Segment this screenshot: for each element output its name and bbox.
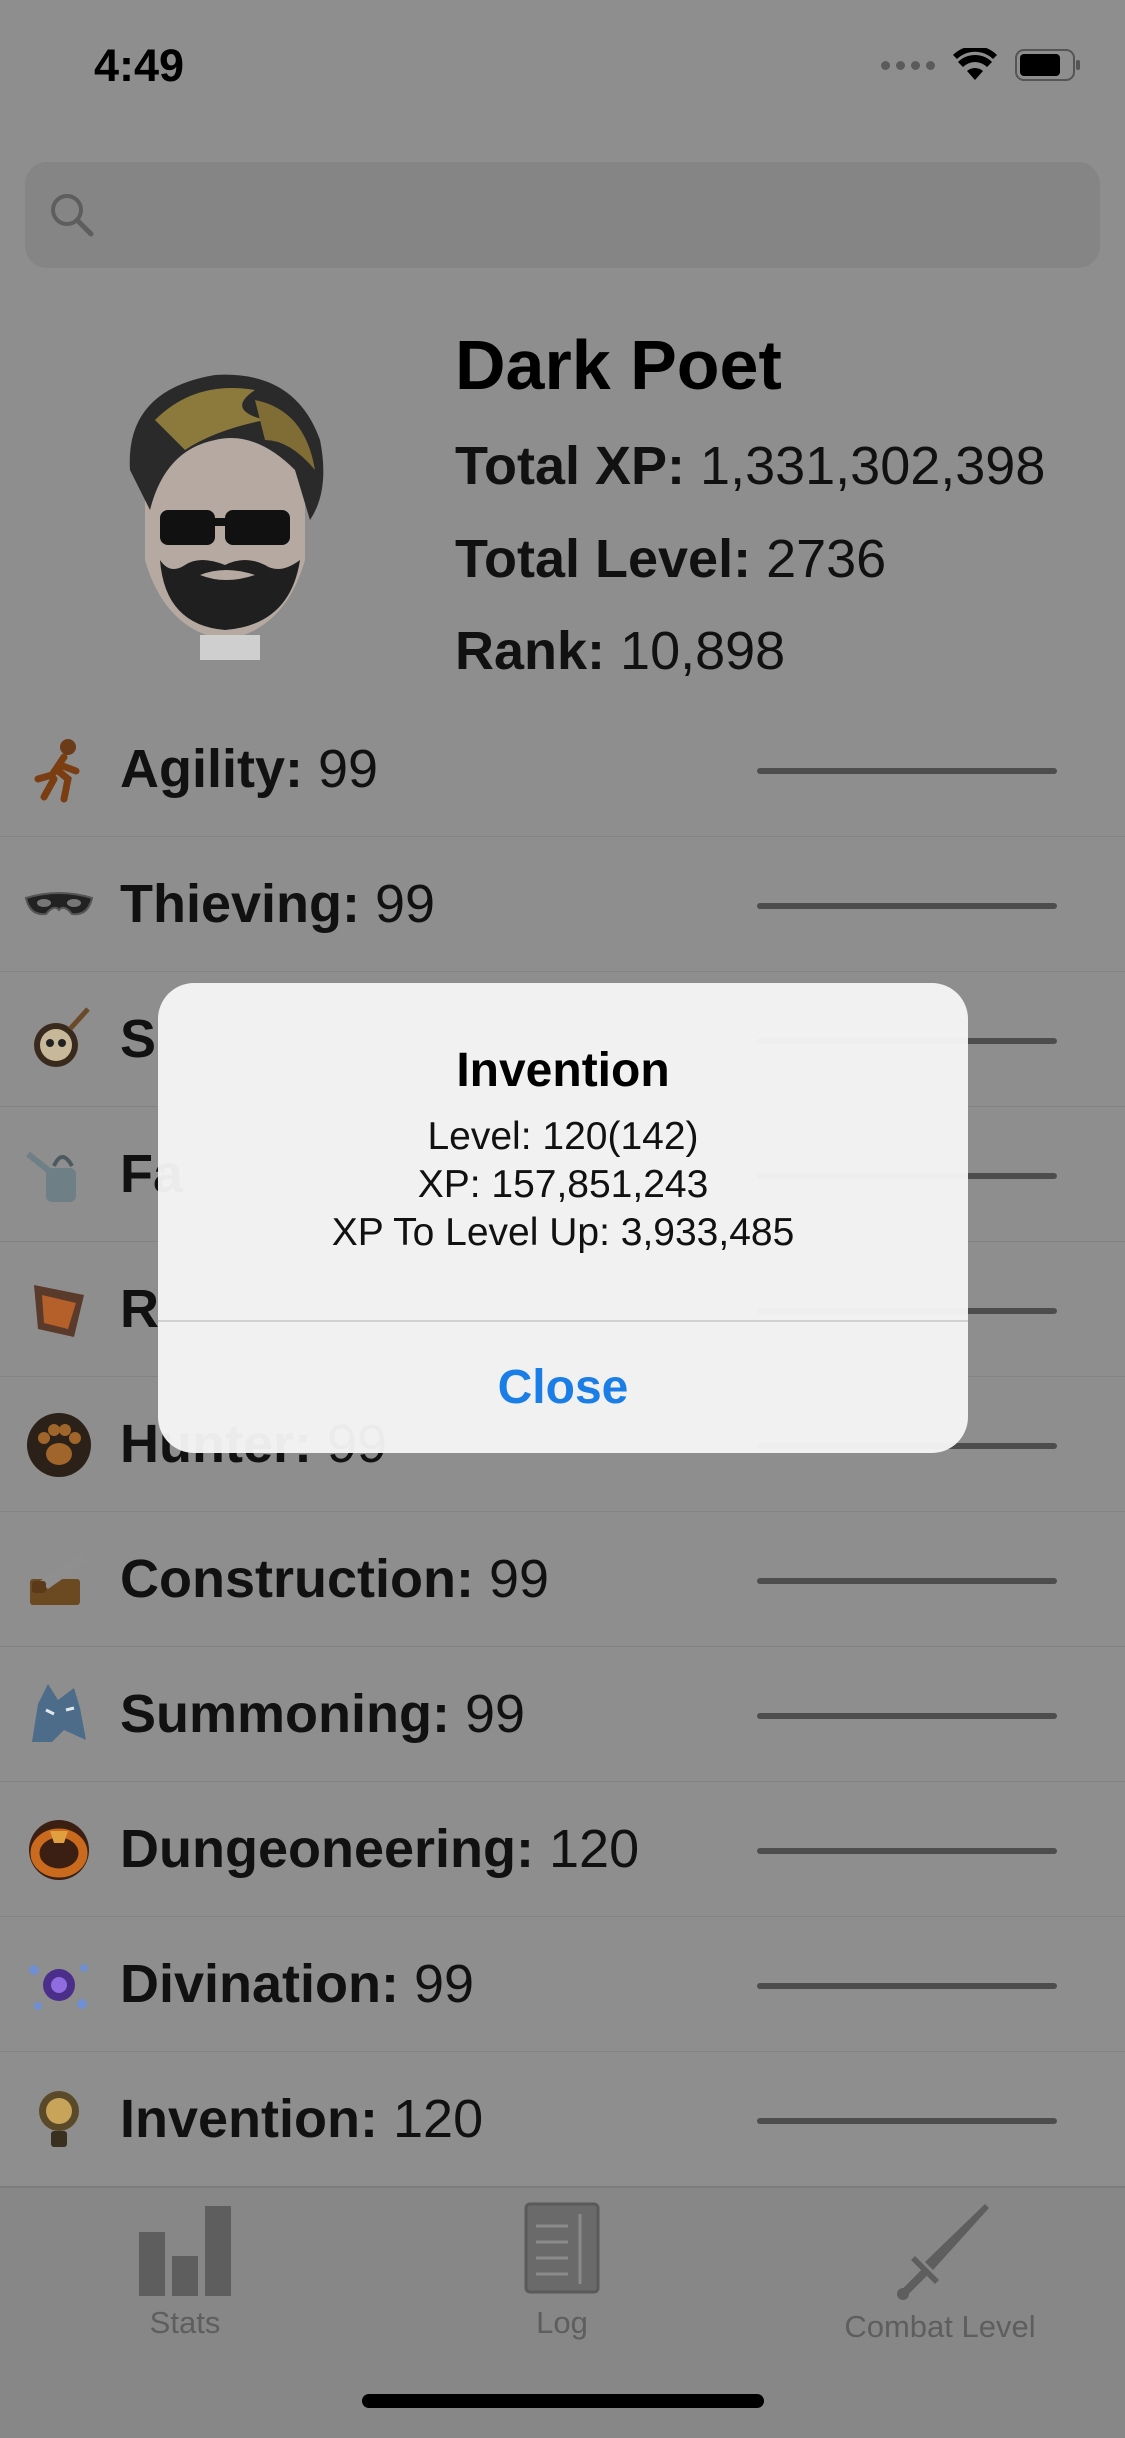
total-level: Total Level: 2736 [455,528,886,590]
runecrafting-icon [34,1285,84,1337]
status-icons [881,48,1081,82]
close-button[interactable]: Close [158,1322,968,1453]
battery-icon [1015,49,1081,81]
paw-print-icon [27,1413,91,1477]
skill-row-thieving[interactable]: Thieving: 99 [0,837,1125,972]
skill-name: Summoning: [120,1684,450,1744]
skill-progress-bar [757,1578,1057,1584]
skill-row-dungeoneering[interactable]: Dungeoneering: 120 [0,1782,1125,1917]
skill-progress-bar [757,1713,1057,1719]
skill-row-invention[interactable]: Invention: 120 [0,2052,1125,2187]
bar-chart-icon [139,2206,231,2296]
skill-level: 99 [414,1954,475,2014]
mask-icon [24,892,94,916]
skill-name: Divination: [120,1954,399,2014]
search-bar[interactable] [25,162,1100,268]
skill-row-agility[interactable]: Agility: 99 [0,702,1125,837]
player-avatar [129,374,324,660]
skill-level: 99 [375,874,436,934]
tab-combat-level[interactable]: Combat Level [820,2200,1060,2345]
rank: Rank: 10,898 [455,620,785,682]
skill-progress-bar [757,2118,1057,2124]
log-icon [524,2202,600,2294]
rank-value: 10,898 [620,621,786,681]
saw-icon [30,1553,88,1605]
wolf-icon [32,1684,86,1742]
skill-name: Dungeoneering: [120,1819,534,1879]
total-level-label: Total Level: [455,529,752,589]
skill-name: Invention: [120,2089,378,2149]
skull-staff-icon [34,1007,90,1067]
home-indicator[interactable] [362,2394,764,2408]
total-xp-label: Total XP: [455,436,686,496]
rank-label: Rank: [455,621,606,681]
skill-level: 120 [393,2089,484,2149]
alert-xp: XP: 157,851,243 [417,1163,709,1206]
skill-alert-dialog: Invention Level: 120(142) XP: 157,851,24… [158,983,968,1453]
skill-level: 99 [464,1684,526,1744]
tab-stats[interactable]: Stats [105,2200,265,2341]
status-time: 4:49 [94,40,185,91]
alert-xp-to-level: XP To Level Up: 3,933,485 [331,1211,795,1254]
ring-icon [29,1820,89,1880]
skill-row-divination[interactable]: Divination: 99 [0,1917,1125,2052]
lightbulb-icon [39,2091,79,2147]
tab-combat-label: Combat Level [844,2309,1036,2344]
watering-can-icon [26,1151,76,1202]
running-figure-icon [34,739,80,803]
skill-row-summoning[interactable]: Summoning: 99 [0,1647,1125,1782]
skill-progress-bar [757,1983,1057,1989]
alert-level: Level: 120(142) [427,1115,699,1158]
skill-progress-bar [757,903,1057,909]
skill-level: 120 [549,1819,640,1879]
skill-name: S [120,1009,157,1069]
search-icon [51,194,94,237]
app-screen: 4:49 Dark Poet Total XP: 1,331,302,398 T… [0,0,1125,2438]
skill-progress-bar [757,768,1057,774]
signal-icon [881,60,935,70]
skill-progress-bar [757,1848,1057,1854]
skill-name: Construction: [120,1549,474,1609]
wisp-icon [29,1964,88,2010]
skill-level: 99 [488,1549,550,1609]
tab-stats-label: Stats [149,2305,221,2340]
total-xp-value: 1,331,302,398 [700,436,1046,496]
skill-row-construction[interactable]: Construction: 99 [0,1512,1125,1647]
tab-log[interactable]: Log [482,2200,642,2341]
sword-icon [897,2204,989,2300]
player-name: Dark Poet [455,326,782,404]
alert-title: Invention [456,1044,670,1097]
skill-name: Agility: [120,739,303,799]
total-xp: Total XP: 1,331,302,398 [455,435,1045,497]
skill-level: 99 [318,739,379,799]
tab-log-label: Log [536,2305,588,2340]
wifi-icon [953,48,997,82]
skill-name: R [120,1279,159,1339]
total-level-value: 2736 [766,529,887,589]
skill-name: Thieving: [120,874,360,934]
